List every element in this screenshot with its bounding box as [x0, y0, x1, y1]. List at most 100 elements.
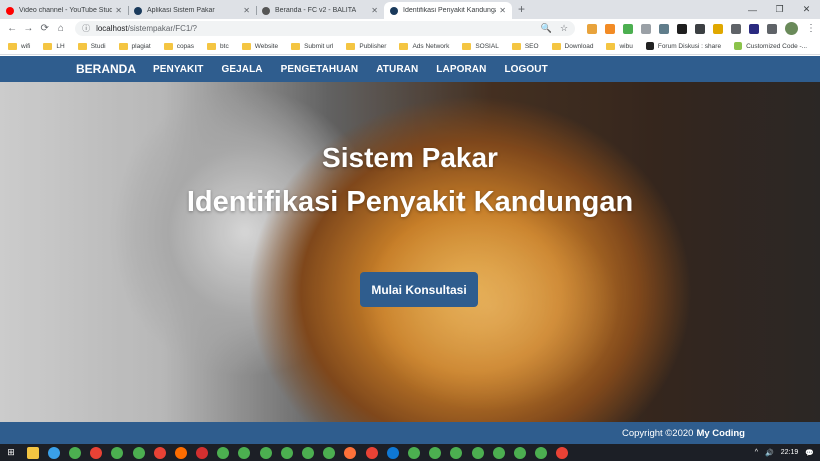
- taskbar-app-icon[interactable]: [323, 446, 336, 459]
- bookmark-item[interactable]: SOSIAL: [462, 42, 499, 50]
- url-text[interactable]: localhost/sistempakar/FC1/?: [96, 24, 533, 33]
- extensions-area: ⋮: [583, 22, 816, 35]
- browser-tab[interactable]: Beranda - FC v2 - BALITA ✕: [256, 2, 384, 19]
- windows-start-icon[interactable]: ⊞: [0, 447, 22, 458]
- taskbar-app-icon[interactable]: [429, 446, 442, 459]
- bookmark-item[interactable]: Ads Network: [399, 42, 450, 50]
- close-tab-icon[interactable]: ✕: [115, 6, 122, 15]
- taskbar-app-icon[interactable]: [302, 446, 315, 459]
- nav-brand-beranda[interactable]: BERANDA: [76, 62, 136, 76]
- bookmark-item[interactable]: wifi: [8, 42, 30, 50]
- extension-icon[interactable]: [713, 23, 724, 34]
- taskbar-firefox-icon[interactable]: [344, 446, 357, 459]
- bookmark-item[interactable]: copas: [163, 42, 194, 50]
- nav-link-laporan[interactable]: LAPORAN: [436, 64, 486, 75]
- nav-link-penyakit[interactable]: PENYAKIT: [153, 64, 203, 75]
- address-bar[interactable]: ⓘ localhost/sistempakar/FC1/? 🔍 ☆: [75, 21, 576, 36]
- bookmark-item[interactable]: Website: [241, 42, 278, 50]
- nav-link-aturan[interactable]: ATURAN: [376, 64, 418, 75]
- menu-kebab-icon[interactable]: ⋮: [806, 23, 816, 34]
- folder-icon: [346, 42, 356, 50]
- taskbar-app-icon[interactable]: [153, 446, 166, 459]
- taskbar-app-icon[interactable]: [217, 446, 230, 459]
- bookmark-item[interactable]: Studi: [77, 42, 106, 50]
- nav-link-gejala[interactable]: GEJALA: [221, 64, 262, 75]
- extension-icon[interactable]: [677, 23, 688, 34]
- extension-icon[interactable]: [695, 23, 706, 34]
- home-icon[interactable]: ⌂: [53, 23, 69, 34]
- hero-subtitle: Identifikasi Penyakit Kandungan: [186, 186, 634, 218]
- bookmark-item[interactable]: btc: [207, 42, 229, 50]
- bookmark-item[interactable]: Submit url: [291, 42, 334, 50]
- folder-icon: [8, 42, 17, 50]
- extension-icon[interactable]: [623, 23, 634, 34]
- bookmark-label: Studi: [90, 42, 106, 50]
- taskbar-app-icon[interactable]: [132, 446, 145, 459]
- nav-link-pengetahuan[interactable]: PENGETAHUAN: [281, 64, 359, 75]
- bookmark-item[interactable]: wibu: [606, 42, 633, 50]
- notification-icon[interactable]: 💬: [805, 449, 814, 457]
- bookmark-item[interactable]: Forum Diskusi : share: [645, 42, 722, 50]
- bookmark-item[interactable]: LH: [43, 42, 65, 50]
- maximize-icon[interactable]: ❐: [766, 4, 793, 15]
- extension-icon[interactable]: [605, 23, 616, 34]
- bookmark-item[interactable]: Customized Code -...: [734, 42, 807, 50]
- browser-tab[interactable]: Video channel - YouTube Studio ✕: [0, 2, 128, 19]
- reload-icon[interactable]: ⟳: [37, 23, 53, 34]
- start-consultation-button[interactable]: Mulai Konsultasi: [360, 272, 478, 307]
- profile-avatar[interactable]: [785, 22, 799, 35]
- close-tab-icon[interactable]: ✕: [371, 6, 378, 15]
- bookmark-star-icon[interactable]: ☆: [560, 23, 568, 34]
- back-icon[interactable]: ←: [4, 23, 20, 34]
- zoom-search-icon[interactable]: 🔍: [541, 23, 552, 34]
- bookmark-item[interactable]: SEO: [511, 42, 539, 50]
- puzzle-extensions-icon[interactable]: [767, 23, 778, 34]
- extension-icon[interactable]: [749, 23, 760, 34]
- taskbar-app-icon[interactable]: [280, 446, 293, 459]
- close-window-icon[interactable]: ✕: [793, 4, 820, 15]
- extension-icon[interactable]: [731, 23, 742, 34]
- taskbar-file-explorer-icon[interactable]: [26, 446, 39, 459]
- bookmark-item[interactable]: plagiat: [118, 42, 151, 50]
- taskbar-app-icon[interactable]: [513, 446, 526, 459]
- taskbar-app-icon[interactable]: [196, 446, 209, 459]
- volume-icon[interactable]: 🔊: [765, 449, 774, 457]
- browser-tab-active[interactable]: Identifikasi Penyakit Kandungan ✕: [384, 2, 512, 19]
- nav-link-logout[interactable]: LOGOUT: [504, 64, 547, 75]
- bookmark-label: Forum Diskusi : share: [657, 42, 722, 50]
- bookmark-item[interactable]: Publisher: [346, 42, 386, 50]
- extension-icon[interactable]: [659, 23, 670, 34]
- taskbar-chrome-icon[interactable]: [68, 446, 81, 459]
- bookmark-label: Submit url: [304, 42, 334, 50]
- bookmark-item[interactable]: Download: [551, 42, 593, 50]
- close-tab-icon[interactable]: ✕: [243, 6, 250, 15]
- taskbar-app-icon[interactable]: [450, 446, 463, 459]
- site-info-icon[interactable]: ⓘ: [82, 23, 90, 34]
- close-tab-icon[interactable]: ✕: [499, 6, 506, 15]
- taskbar-app-icon[interactable]: [174, 446, 187, 459]
- taskbar-app-icon[interactable]: [365, 446, 378, 459]
- taskbar-app-icon[interactable]: [535, 446, 548, 459]
- taskbar-app-icon[interactable]: [238, 446, 251, 459]
- clock[interactable]: 22:19: [781, 449, 799, 456]
- taskbar-app-icon[interactable]: [111, 446, 124, 459]
- taskbar-app-icon[interactable]: [407, 446, 420, 459]
- browser-tab[interactable]: Aplikasi Sistem Pakar ✕: [128, 2, 256, 19]
- taskbar-app-icon[interactable]: [90, 446, 103, 459]
- minimize-icon[interactable]: —: [739, 5, 766, 15]
- site-footer: Copyright ©2020 My Coding: [0, 422, 820, 444]
- taskbar-app-icon[interactable]: [556, 446, 569, 459]
- extension-icon[interactable]: [641, 23, 652, 34]
- footer-brand: My Coding: [696, 427, 745, 439]
- taskbar-app-icon[interactable]: [471, 446, 484, 459]
- forward-icon[interactable]: →: [20, 23, 36, 34]
- hero-title: Sistem Pakar: [322, 142, 498, 173]
- taskbar-app-icon[interactable]: [259, 446, 272, 459]
- extension-icon[interactable]: [587, 23, 598, 34]
- tray-chevron-icon[interactable]: ^: [755, 449, 758, 456]
- taskbar-edge-icon[interactable]: [386, 446, 399, 459]
- bookmark-label: Ads Network: [412, 42, 450, 50]
- taskbar-app-icon[interactable]: [492, 446, 505, 459]
- new-tab-button[interactable]: +: [512, 2, 533, 19]
- taskbar-app-icon[interactable]: [47, 446, 60, 459]
